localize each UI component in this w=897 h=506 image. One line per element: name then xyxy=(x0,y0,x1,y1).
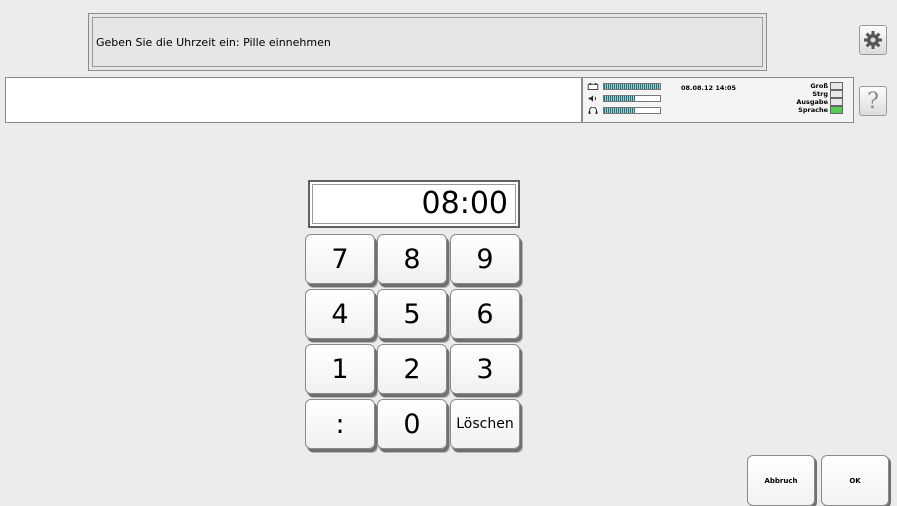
key-2[interactable]: 2 xyxy=(377,344,447,394)
key-colon[interactable]: : xyxy=(305,399,375,449)
key-8[interactable]: 8 xyxy=(377,234,447,284)
status-panel: 08.08.12 14:05 Groß Strg Ausgabe Sprache xyxy=(582,77,854,123)
headphones-icon xyxy=(588,107,598,114)
volume-meter xyxy=(587,95,661,102)
key-0[interactable]: 0 xyxy=(377,399,447,449)
prompt-box: Geben Sie die Uhrzeit ein: Pille einnehm… xyxy=(88,13,767,71)
time-display: 08:00 xyxy=(308,180,520,228)
datetime-display: 08.08.12 14:05 xyxy=(681,84,737,92)
battery-meter xyxy=(587,83,661,90)
key-7[interactable]: 7 xyxy=(305,234,375,284)
key-6[interactable]: 6 xyxy=(450,289,520,339)
gear-icon xyxy=(864,31,882,49)
speaker-icon xyxy=(588,95,597,102)
cancel-button[interactable]: Abbruch xyxy=(747,455,815,506)
question-mark-icon: ? xyxy=(867,88,879,114)
flag-gross: Groß xyxy=(810,82,843,90)
key-5[interactable]: 5 xyxy=(377,289,447,339)
ok-button[interactable]: OK xyxy=(821,455,889,506)
flag-strg: Strg xyxy=(812,90,843,98)
text-input-line[interactable] xyxy=(5,77,582,123)
key-4[interactable]: 4 xyxy=(305,289,375,339)
key-3[interactable]: 3 xyxy=(450,344,520,394)
battery-icon xyxy=(587,83,599,90)
key-1[interactable]: 1 xyxy=(305,344,375,394)
flag-sprache: Sprache xyxy=(798,106,843,114)
flag-ausgabe: Ausgabe xyxy=(796,98,843,106)
settings-button[interactable] xyxy=(859,25,887,55)
key-9[interactable]: 9 xyxy=(450,234,520,284)
headphones-meter xyxy=(587,107,661,114)
prompt-text: Geben Sie die Uhrzeit ein: Pille einnehm… xyxy=(96,35,331,49)
help-button[interactable]: ? xyxy=(859,86,887,116)
clear-button[interactable]: Löschen xyxy=(450,399,520,449)
